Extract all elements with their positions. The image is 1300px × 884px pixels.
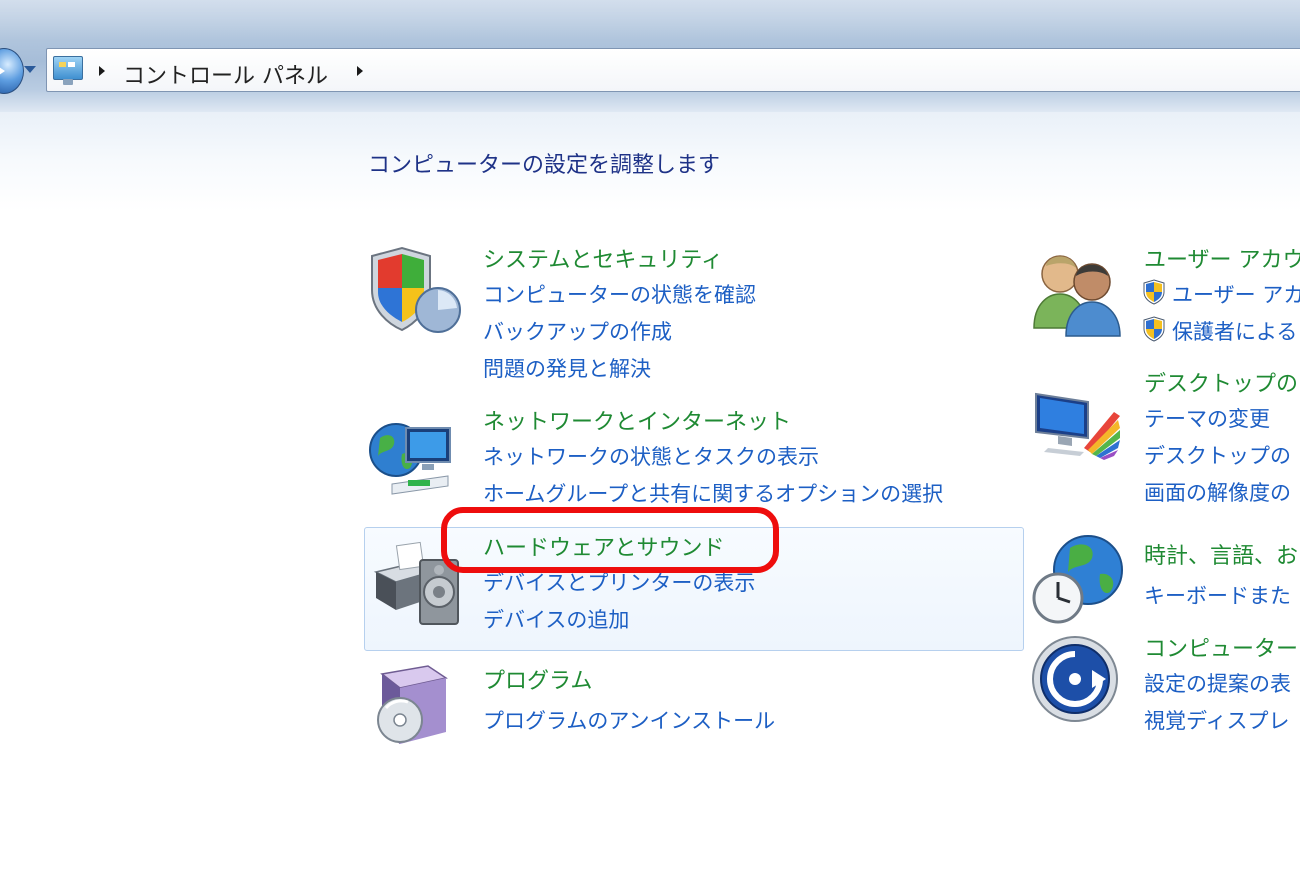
uac-shield-icon — [1143, 316, 1165, 342]
control-panel-icon — [53, 56, 83, 85]
security-shield-icon — [371, 246, 461, 333]
link-homegroup-sharing-options[interactable]: ホームグループと共有に関するオプションの選択 — [483, 478, 943, 508]
breadcrumb-chevron-icon[interactable] — [357, 66, 363, 76]
category-title-network-internet[interactable]: ネットワークとインターネット — [483, 404, 791, 436]
clock-globe-icon — [1032, 535, 1123, 624]
category-title-ease-of-access[interactable]: コンピューター — [1144, 631, 1298, 663]
recent-pages-dropdown-icon[interactable] — [24, 66, 36, 73]
link-check-computer-status[interactable]: コンピューターの状態を確認 — [483, 279, 756, 309]
category-title-appearance[interactable]: デスクトップの — [1144, 366, 1298, 398]
link-visual-display[interactable]: 視覚ディスプレ — [1144, 705, 1290, 735]
link-user-accounts-change[interactable]: ユーザー アカ — [1172, 279, 1300, 309]
link-screen-resolution[interactable]: 画面の解像度の — [1144, 477, 1291, 507]
breadcrumb-chevron-icon[interactable] — [99, 66, 105, 76]
link-parental-controls[interactable]: 保護者による — [1172, 316, 1297, 346]
link-keyboard-input[interactable]: キーボードまた — [1144, 580, 1291, 610]
page-title: コンピューターの設定を調整します — [368, 153, 721, 178]
link-network-status-tasks[interactable]: ネットワークの状態とタスクの表示 — [483, 441, 819, 471]
uac-shield-icon — [1143, 279, 1165, 305]
category-title-user-accounts[interactable]: ユーザー アカウ — [1144, 242, 1300, 274]
users-icon — [1033, 255, 1121, 337]
category-title-system-security[interactable]: システムとセキュリティ — [483, 242, 723, 274]
desktop-display-icon — [1035, 392, 1120, 460]
titlebar-gloss — [0, 0, 1300, 40]
link-find-fix-problems[interactable]: 問題の発見と解決 — [483, 353, 651, 383]
category-title-clock-language-region[interactable]: 時計、言語、お — [1144, 538, 1298, 570]
link-add-device[interactable]: デバイスの追加 — [483, 604, 629, 634]
breadcrumb-control-panel[interactable]: コントロール パネル — [123, 58, 328, 90]
link-uninstall-program[interactable]: プログラムのアンインストール — [483, 705, 775, 735]
category-title-programs[interactable]: プログラム — [483, 663, 592, 695]
link-create-backup[interactable]: バックアップの作成 — [483, 316, 672, 346]
address-bar[interactable]: コントロール パネル — [46, 48, 1300, 92]
link-change-theme[interactable]: テーマの変更 — [1144, 403, 1270, 433]
link-suggested-settings[interactable]: 設定の提案の表 — [1144, 668, 1291, 698]
red-highlight-annotation — [441, 507, 779, 573]
ease-of-access-icon — [1032, 636, 1118, 722]
link-desktop-background[interactable]: デスクトップの — [1144, 440, 1291, 470]
network-globe-icon — [369, 423, 451, 495]
program-cd-icon — [377, 665, 448, 744]
